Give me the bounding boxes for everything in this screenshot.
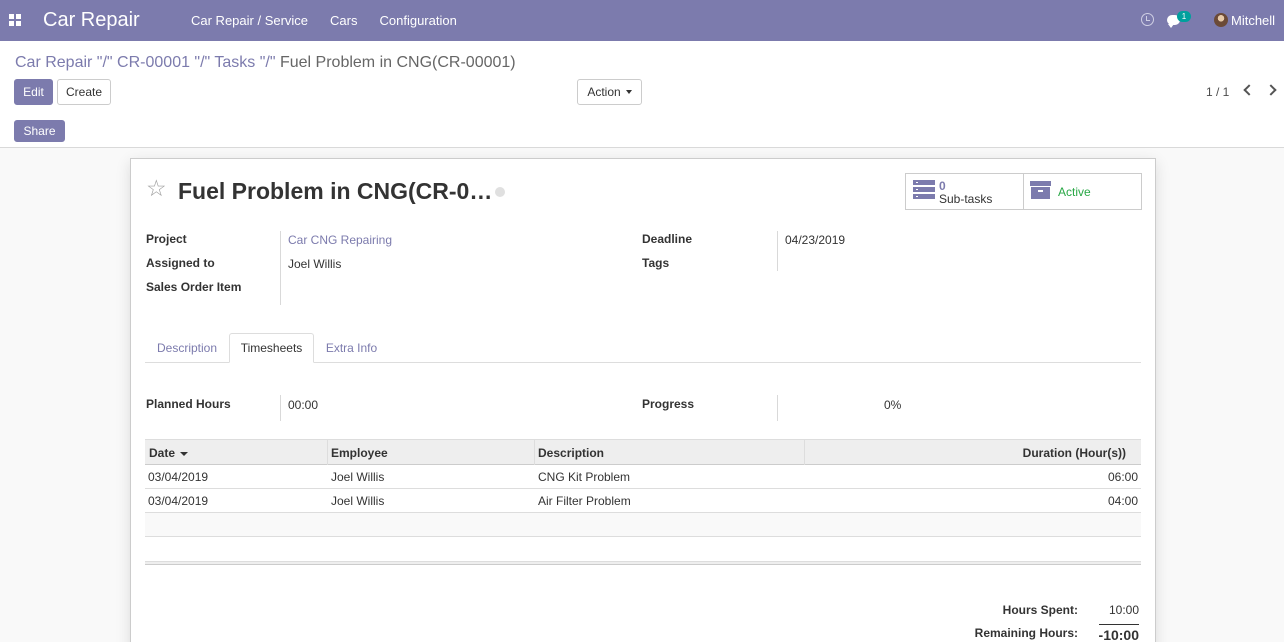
cell-employee: Joel Willis — [331, 494, 385, 508]
chat-badge: 1 — [1177, 11, 1191, 22]
progress-value: 0% — [884, 398, 902, 412]
remaining-hours-value: -10:00 — [1098, 624, 1139, 642]
remaining-hours-label: Remaining Hours: — [974, 626, 1078, 640]
column-separator — [534, 440, 535, 465]
apps-grid-icon[interactable] — [9, 14, 21, 26]
project-label: Project — [146, 232, 187, 246]
tab-description[interactable]: Description — [145, 333, 229, 363]
top-navbar: Car Repair Car Repair / Service Cars Con… — [0, 0, 1284, 41]
sort-caret-icon — [180, 451, 189, 456]
progress-label: Progress — [642, 397, 695, 411]
menu-item-car-repair-service[interactable]: Car Repair / Service — [191, 13, 308, 28]
cell-description: Air Filter Problem — [538, 494, 631, 508]
subtasks-count: 0 — [939, 179, 946, 193]
tab-timesheets[interactable]: Timesheets — [229, 333, 314, 363]
breadcrumb-current: Fuel Problem in CNG(CR-00001) — [279, 54, 516, 71]
control-panel: Car Repair "/" CR-00001 "/" Tasks "/" Fu… — [0, 41, 1284, 148]
archive-icon — [1030, 181, 1051, 199]
subtasks-button[interactable]: 0 Sub-tasks — [905, 173, 1024, 210]
user-menu[interactable]: Mitchell — [1231, 13, 1275, 28]
column-separator — [804, 440, 805, 465]
chevron-left-icon[interactable] — [1243, 84, 1255, 96]
tags-label: Tags — [642, 256, 670, 270]
app-name[interactable]: Car Repair — [43, 9, 140, 32]
task-title: Fuel Problem in CNG(CR-0… — [178, 178, 493, 204]
hours-spent-value: 10:00 — [1108, 603, 1139, 617]
menu-item-cars[interactable]: Cars — [330, 13, 357, 28]
breadcrumb-parent-links[interactable]: Car Repair "/" CR-00001 "/" Tasks "/" — [15, 54, 280, 71]
cell-duration: 04:00 — [1107, 494, 1138, 508]
table-row[interactable]: 03/04/2019 Joel Willis Air Filter Proble… — [145, 489, 1141, 513]
action-label: Action — [587, 85, 621, 99]
active-label: Active — [1058, 185, 1091, 199]
sales-order-item-label: Sales Order Item — [146, 280, 242, 294]
column-header-duration[interactable]: Duration (Hour(s)) — [1023, 446, 1126, 460]
cell-duration: 06:00 — [1107, 470, 1138, 484]
breadcrumb: Car Repair "/" CR-00001 "/" Tasks "/" Fu… — [15, 54, 516, 72]
field-divider — [280, 231, 281, 305]
hours-spent-label: Hours Spent: — [1002, 603, 1078, 617]
planned-hours-value: 00:00 — [288, 398, 319, 412]
share-button[interactable]: Share — [14, 120, 65, 142]
timesheet-table: Date Employee Description Duration (Hour… — [145, 439, 1141, 565]
cell-date: 03/04/2019 — [148, 494, 209, 508]
action-dropdown-button[interactable]: Action — [577, 79, 642, 105]
create-button[interactable]: Create — [57, 79, 111, 105]
deadline-value: 04/23/2019 — [785, 233, 846, 247]
subtasks-label: Sub-tasks — [939, 192, 993, 206]
table-row[interactable]: 03/04/2019 Joel Willis CNG Kit Problem 0… — [145, 465, 1141, 489]
column-separator — [327, 440, 328, 465]
field-divider — [777, 231, 778, 271]
column-header-date[interactable]: Date — [149, 446, 189, 460]
field-divider — [777, 395, 778, 421]
kanban-state-icon[interactable] — [495, 187, 505, 197]
cell-employee: Joel Willis — [331, 470, 385, 484]
tasks-icon — [913, 180, 935, 200]
star-icon[interactable]: ☆ — [146, 177, 167, 200]
project-link[interactable]: Car CNG Repairing — [288, 233, 392, 247]
field-divider — [280, 395, 281, 421]
column-header-employee[interactable]: Employee — [331, 446, 388, 460]
chevron-right-icon[interactable] — [1265, 84, 1277, 96]
edit-button[interactable]: Edit — [14, 79, 53, 105]
main-menu: Car Repair / Service Cars Configuration — [191, 13, 479, 28]
cell-description: CNG Kit Problem — [538, 470, 631, 484]
cell-date: 03/04/2019 — [148, 470, 209, 484]
active-toggle-button[interactable]: Active — [1023, 173, 1142, 210]
tab-extra-info[interactable]: Extra Info — [314, 333, 389, 363]
deadline-label: Deadline — [642, 232, 693, 246]
pager-value[interactable]: 1 / 1 — [1206, 85, 1229, 99]
clock-icon[interactable] — [1141, 13, 1154, 26]
assigned-to-label: Assigned to — [146, 256, 215, 270]
assigned-to-value: Joel Willis — [288, 257, 342, 271]
avatar[interactable] — [1214, 13, 1228, 27]
table-footer — [145, 561, 1141, 565]
notebook-tabs: Description Timesheets Extra Info — [145, 333, 1141, 363]
planned-hours-label: Planned Hours — [146, 397, 231, 411]
caret-down-icon — [625, 90, 632, 94]
empty-row — [145, 513, 1141, 537]
menu-item-configuration[interactable]: Configuration — [380, 13, 457, 28]
form-sheet: ☆ Fuel Problem in CNG(CR-0… 0 Sub-tasks … — [130, 158, 1156, 642]
column-header-description[interactable]: Description — [538, 446, 604, 460]
table-header: Date Employee Description Duration (Hour… — [145, 439, 1141, 465]
